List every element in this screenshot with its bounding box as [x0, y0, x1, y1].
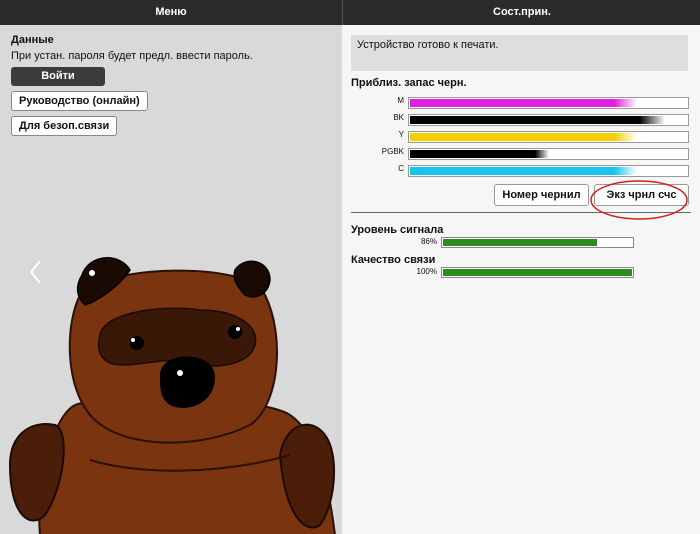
ink-row: C	[351, 164, 689, 177]
tab-menu[interactable]: Меню	[0, 0, 342, 25]
quality-bar-fill	[443, 269, 632, 276]
ink-bar	[408, 148, 689, 160]
top-bar: Меню Сост.прин.	[0, 0, 700, 25]
link-quality-title: Качество связи	[351, 254, 436, 266]
bear-illustration	[8, 257, 336, 534]
left-panel: Данные При устан. пароля будет предл. вв…	[0, 25, 342, 534]
ink-number-button[interactable]: Номер чернил	[494, 184, 589, 206]
ink-label: PGBK	[381, 147, 404, 156]
status-message: Устройство готово к печати.	[357, 39, 499, 51]
signal-percent: 86%	[420, 237, 437, 246]
ink-bar-fill	[410, 133, 637, 141]
ink-bar	[408, 97, 689, 109]
section-title: Данные	[11, 34, 54, 46]
ink-label: M	[397, 96, 404, 105]
login-button[interactable]: Войти	[11, 67, 105, 86]
ink-label: C	[398, 164, 404, 173]
online-manual-button[interactable]: Руководство (онлайн)	[11, 91, 148, 111]
right-panel: Устройство готово к печати. Приблиз. зап…	[342, 25, 700, 534]
ink-level-title: Приблиз. запас черн.	[351, 77, 467, 89]
ink-bar	[408, 165, 689, 177]
ink-bar	[408, 114, 689, 126]
ink-row: Y	[351, 130, 689, 143]
secure-connection-button[interactable]: Для безоп.связи	[11, 116, 118, 136]
ink-label: BK	[393, 113, 404, 122]
signal-level-row: 86%	[351, 237, 651, 248]
quality-bar	[441, 267, 634, 278]
ink-row: BK	[351, 113, 689, 126]
password-hint: При устан. пароля будет предл. ввести па…	[11, 50, 253, 62]
signal-bar	[441, 237, 634, 248]
ink-bar-fill	[410, 150, 549, 158]
ink-label: Y	[398, 130, 404, 139]
tab-printer-status[interactable]: Сост.прин.	[342, 0, 700, 25]
signal-level-title: Уровень сигнала	[351, 224, 444, 236]
status-message-box: Устройство готово к печати.	[351, 35, 688, 71]
signal-bar-fill	[443, 239, 597, 246]
ink-bar	[408, 131, 689, 143]
quality-percent: 100%	[416, 267, 437, 276]
ink-bar-fill	[410, 167, 637, 175]
ink-row: M	[351, 96, 689, 109]
ink-bar-fill	[410, 99, 637, 107]
highlight-circle	[590, 180, 688, 220]
ink-row: PGBK	[351, 147, 689, 160]
ink-bar-fill	[410, 116, 665, 124]
link-quality-row: 100%	[351, 267, 651, 278]
